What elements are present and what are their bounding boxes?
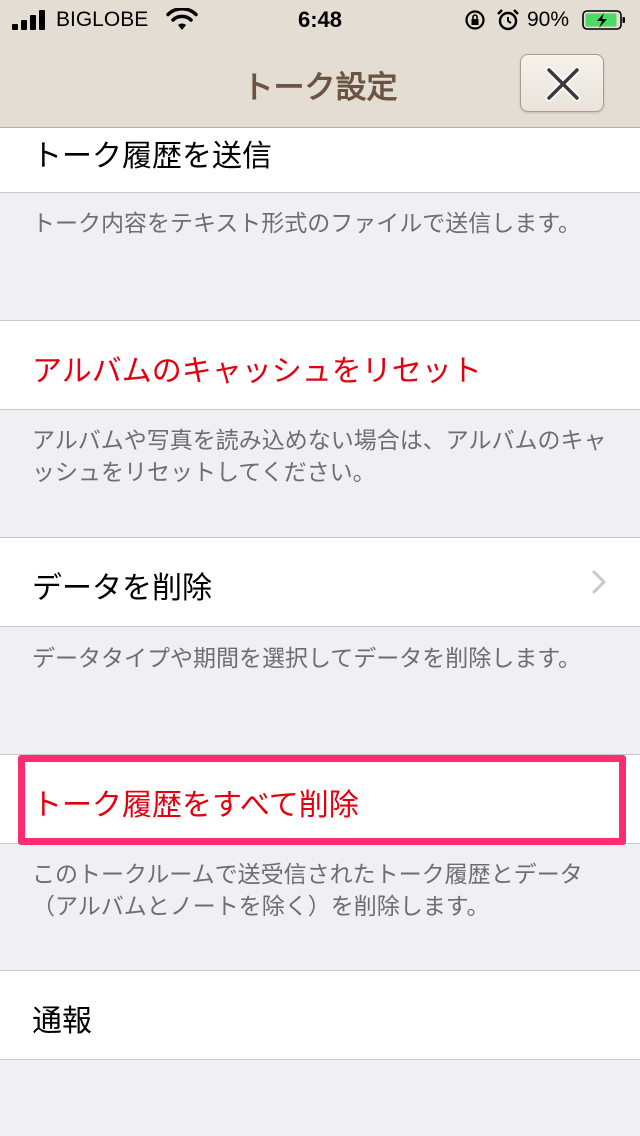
battery-percent: 90% — [527, 8, 570, 31]
reset-album-cache-description: アルバムや写真を読み込めない場合は、アルバムのキャッシュをリセットしてください。 — [32, 428, 607, 486]
alarm-icon — [497, 9, 519, 31]
battery-charging-icon — [582, 10, 625, 30]
report-row[interactable]: 通報 — [0, 970, 640, 1060]
send-talk-history-row[interactable]: トーク履歴を送信 — [0, 128, 640, 193]
delete-data-row[interactable]: データを削除 — [0, 537, 640, 627]
send-talk-history-description: トーク内容をテキスト形式のファイルで送信します。 — [32, 211, 582, 237]
send-talk-history-label: トーク履歴を送信 — [32, 139, 272, 174]
close-icon — [545, 66, 581, 102]
orientation-lock-icon — [465, 10, 485, 30]
highlight-box — [18, 755, 626, 845]
reset-album-cache-row[interactable]: アルバムのキャッシュをリセット — [0, 320, 640, 410]
delete-data-description: データタイプや期間を選択してデータを削除します。 — [32, 646, 582, 672]
chevron-right-icon — [592, 570, 606, 594]
status-bar: BIGLOBE 6:48 90% — [0, 0, 640, 40]
report-label: 通報 — [32, 1004, 92, 1039]
reset-album-cache-label: アルバムのキャッシュをリセット — [32, 354, 482, 389]
delete-all-talk-history-description: このトークルームで送受信されたトーク履歴とデータ（アルバムとノートを除く）を削除… — [32, 862, 583, 920]
close-button[interactable] — [520, 54, 604, 112]
header: BIGLOBE 6:48 90% トーク設定 — [0, 0, 640, 128]
delete-data-label: データを削除 — [32, 571, 212, 606]
